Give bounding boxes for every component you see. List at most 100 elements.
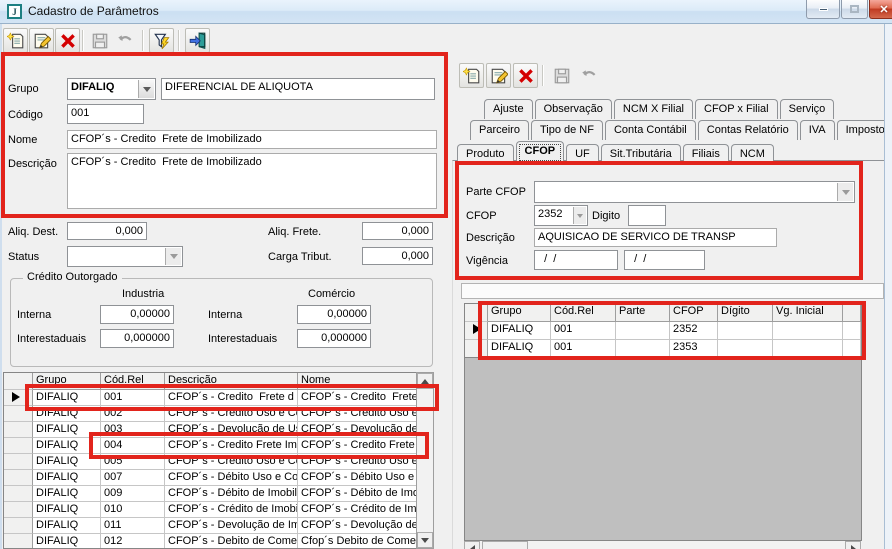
grid-cell[interactable]: 010 [101,502,165,518]
scroll-right-icon[interactable] [845,541,861,549]
carga-tribut-field[interactable]: 0,000 [362,247,433,265]
tab-filiais[interactable]: Filiais [682,144,729,164]
chevron-down-icon[interactable] [837,183,853,201]
grid-cell[interactable]: CFOP´s - Devolução de [298,422,416,438]
grid-cell[interactable]: CFOP´s - Devolução de Us [165,422,298,438]
table-row[interactable]: DIFALIQ 009 CFOP´s - Débito de Imobili CFOP… [4,486,416,502]
scroll-up-icon[interactable] [417,373,433,389]
table-row[interactable]: DIFALIQ 001 2352 [465,322,861,340]
grupo-combobox[interactable]: DIFALIQ [67,78,156,100]
grid-cell[interactable] [616,340,670,357]
grid-cell[interactable] [718,340,773,357]
tab-sit-tributaria[interactable]: Sit.Tributária [600,144,681,164]
vigencia-start-field[interactable]: / / [534,250,618,270]
grid-cell[interactable] [843,340,861,357]
grid-cell[interactable]: CFOP´s - Credito Frete I [298,438,416,454]
table-row[interactable]: DIFALIQ 005 CFOP´s - Credito Uso e Cc CFOP´… [4,454,416,470]
grid-cell[interactable]: 2353 [670,340,718,357]
column-header[interactable]: Dígito [718,304,773,322]
right-grid-hscrollbar[interactable] [464,541,862,549]
grid-cell[interactable]: CFOP´s - Debito de Comer [165,534,298,548]
grid-cell[interactable]: CFOP´s - Credito Frete Im [165,438,298,454]
tab-parceiro[interactable]: Parceiro [470,120,529,140]
tab-tipo-de-nf[interactable]: Tipo de NF [530,120,603,140]
aliq-frete-field[interactable]: 0,000 [362,222,433,240]
table-row[interactable]: DIFALIQ 003 CFOP´s - Devolução de Us CFOP´s… [4,422,416,438]
grid-cell[interactable]: DIFALIQ [33,486,101,502]
column-header[interactable]: Grupo [488,304,551,322]
tab-ncm[interactable]: NCM [730,144,774,164]
column-header[interactable]: Parte [616,304,670,322]
grid-cell[interactable]: CFOP´s - Credito Frete [298,390,416,406]
grid-cell[interactable]: Cfop´s Debito de Comer [298,534,416,548]
chevron-down-icon[interactable] [138,80,154,98]
grid-cell[interactable]: CFOP´s - Credito Frete d [165,390,298,406]
tab-ajuste[interactable]: Ajuste [484,99,533,119]
grid-cell[interactable]: 009 [101,486,165,502]
grid-cell[interactable]: 001 [551,340,616,357]
grid-cell[interactable]: DIFALIQ [33,390,101,406]
grid-cell[interactable]: DIFALIQ [33,502,101,518]
tab-produto[interactable]: Produto [457,144,514,164]
table-row[interactable]: DIFALIQ 001 2353 [465,340,861,357]
comercio-interna-field[interactable]: 0,00000 [297,305,371,324]
vigencia-end-field[interactable]: / / [624,250,705,270]
grid-cell[interactable]: CFOP´s - Débito Uso e C [298,470,416,486]
table-row[interactable]: DIFALIQ 002 CFOP´s - Credito Uso e Cc CFOP´… [4,406,416,422]
maximize-button[interactable] [841,0,868,19]
grid-cell[interactable]: DIFALIQ [33,406,101,422]
row-selector-cell[interactable] [4,470,33,486]
grid-cell[interactable]: CFOP´s - Débito de Imol [298,486,416,502]
column-header[interactable]: Descrição [165,373,298,390]
grid-cell[interactable]: 007 [101,470,165,486]
grid-cell[interactable]: 004 [101,438,165,454]
left-grid-vscrollbar[interactable] [416,372,434,549]
scrollbar-thumb[interactable] [482,541,528,549]
grid-cell[interactable]: 002 [101,406,165,422]
grid-cell[interactable]: CFOP´s - Devolução de [298,518,416,534]
parametros-grid[interactable]: Grupo Cód.Rel Descrição Nome DIFALIQ 001 CFOP´… [3,372,417,549]
row-selector-cell[interactable] [4,422,33,438]
grid-cell[interactable]: DIFALIQ [33,534,101,548]
column-header[interactable]: Cód.Rel [101,373,165,390]
detail-new-button[interactable] [459,63,484,88]
grid-cell[interactable]: CFOP´s - Credito Uso e Cc [165,454,298,470]
table-row[interactable]: DIFALIQ 011 CFOP´s - Devolução de Im CFOP´s… [4,518,416,534]
tab-uf[interactable]: UF [566,144,599,164]
column-header[interactable]: CFOP [670,304,718,322]
codigo-field[interactable]: 001 [67,104,144,124]
detail-edit-button[interactable] [486,63,511,88]
delete-button[interactable] [55,28,80,53]
grid-cell[interactable]: CFOP´s - Credito Uso e [298,454,416,470]
grid-cell[interactable]: 2352 [670,322,718,340]
digito-field[interactable] [628,205,666,226]
row-selector-cell[interactable] [4,502,33,518]
grupo-descricao-field[interactable]: DIFERENCIAL DE ALIQUOTA [161,78,435,100]
row-selector-cell[interactable] [4,438,33,454]
detail-descricao-field[interactable]: AQUISICAO DE SERVICO DE TRANSP [534,228,777,247]
grid-cell[interactable]: DIFALIQ [488,340,551,357]
grid-cell[interactable]: 001 [551,322,616,340]
table-row[interactable]: DIFALIQ 010 CFOP´s - Crédito de Imobi CFOP´… [4,502,416,518]
title-bar[interactable]: J Cadastro de Parâmetros ✕ [0,0,892,24]
tab-servico[interactable]: Serviço [779,99,835,119]
row-selector-cell[interactable] [465,322,488,340]
row-selector-cell[interactable] [4,486,33,502]
grid-cell[interactable]: DIFALIQ [33,422,101,438]
row-selector-cell[interactable] [4,406,33,422]
grid-cell[interactable] [843,322,861,340]
scroll-down-icon[interactable] [417,532,433,548]
parte-cfop-combobox[interactable] [534,181,855,203]
descricao-memo[interactable]: CFOP´s - Credito Frete de Imobilizado [67,153,437,209]
exit-button[interactable] [185,28,210,53]
grid-cell[interactable]: CFOP´s - Credito Uso e [298,406,416,422]
tab-contas-relatorio[interactable]: Contas Relatório [697,120,798,140]
cfop-relations-grid[interactable]: Grupo Cód.Rel Parte CFOP Dígito Vg. Inicial DI… [464,303,862,358]
minimize-button[interactable] [806,0,840,19]
row-selector-cell[interactable] [4,454,33,470]
close-button[interactable]: ✕ [869,0,892,19]
tab-conta-contabil[interactable]: Conta Contábil [604,120,696,140]
edit-button[interactable] [29,28,54,53]
column-header[interactable]: Cód.Rel [551,304,616,322]
grid-cell[interactable] [773,322,843,340]
